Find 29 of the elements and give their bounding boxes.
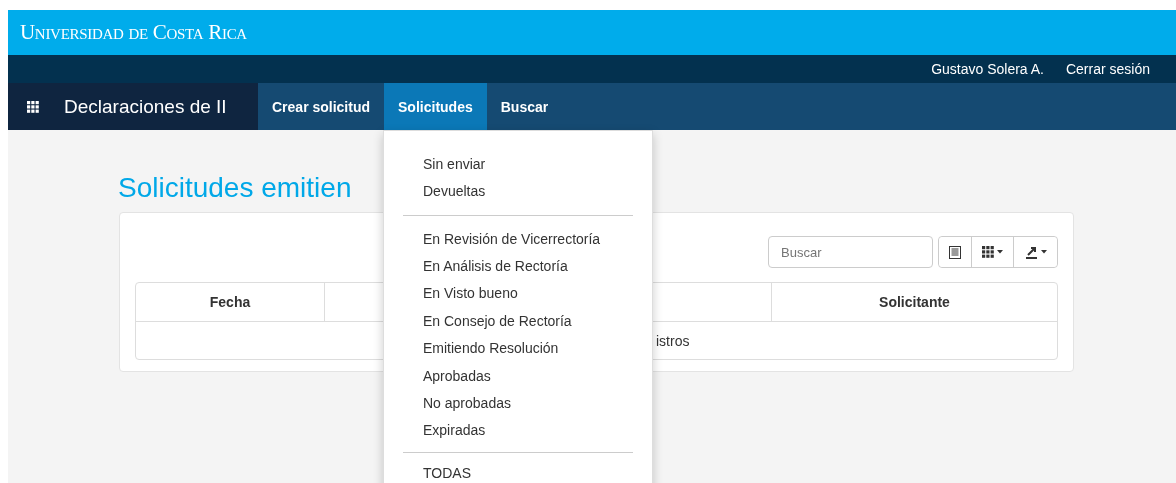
- menu-item[interactable]: En Consejo de Rectoría: [384, 311, 652, 330]
- logout-link[interactable]: Cerrar sesión: [1065, 61, 1150, 77]
- menu-item[interactable]: Expiradas: [384, 421, 652, 440]
- menu-item[interactable]: Sin enviar: [384, 154, 652, 173]
- empty-message: istros: [656, 332, 690, 349]
- nav-tab[interactable]: Solicitudes: [384, 83, 487, 130]
- list-icon: [949, 245, 961, 259]
- menu-item[interactable]: En Análisis de Rectoría: [384, 257, 652, 275]
- menu-item[interactable]: En Visto bueno: [384, 284, 652, 303]
- grid-icon: [982, 246, 994, 258]
- menu-item[interactable]: Aprobadas: [384, 366, 652, 385]
- menu-item[interactable]: TODAS: [384, 464, 652, 483]
- university-logo: Universidad de Costa Rica: [20, 20, 247, 45]
- menu-item[interactable]: Devueltas: [384, 182, 652, 201]
- export-icon: [1024, 245, 1038, 259]
- column-header: Fecha: [136, 283, 325, 321]
- caret-icon: [997, 250, 1003, 254]
- menu-item[interactable]: Emitiendo Resolución: [384, 339, 652, 358]
- apps-grid-icon[interactable]: [27, 100, 39, 113]
- nav-tab[interactable]: Buscar: [486, 83, 563, 130]
- menu-item[interactable]: No aprobadas: [384, 393, 652, 412]
- search-field[interactable]: Buscar: [768, 236, 933, 268]
- nav-tab[interactable]: Crear solicitud: [258, 83, 385, 130]
- menu-item[interactable]: En Revisión de Vicerrectoría: [384, 229, 652, 248]
- page-title: Solicitudes emitien: [118, 172, 352, 203]
- caret-icon: [1041, 250, 1047, 254]
- export-button[interactable]: [1013, 237, 1057, 267]
- user-name: Gustavo Solera A.: [931, 61, 1044, 77]
- column-header: Solicitante: [878, 293, 951, 312]
